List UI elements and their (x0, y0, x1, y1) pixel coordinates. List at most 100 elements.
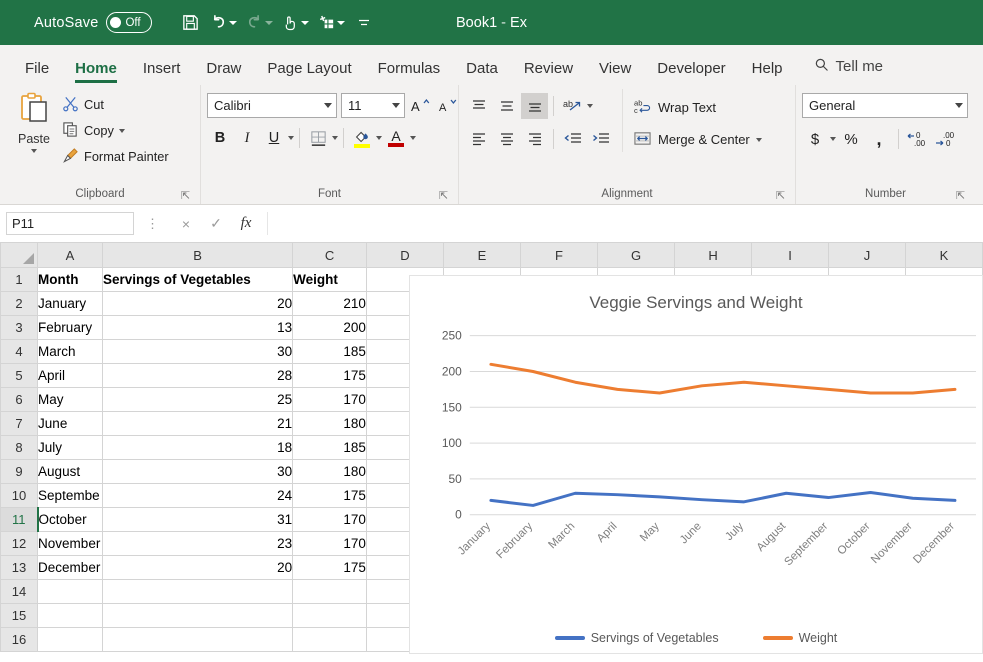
paste-dropdown-caret[interactable] (31, 149, 37, 153)
cell-c2[interactable]: 210 (292, 291, 367, 316)
number-dialog-launcher[interactable]: ⇱ (955, 191, 966, 202)
copy-button[interactable]: Copy (62, 119, 169, 142)
column-header-c[interactable]: C (292, 242, 367, 268)
redo-dropdown-caret[interactable] (265, 20, 274, 25)
cell-a14[interactable] (37, 579, 103, 604)
align-left-button[interactable] (465, 126, 492, 152)
cell-b14[interactable] (101, 579, 294, 604)
new-sheet-icon[interactable] (314, 8, 348, 38)
fill-color-caret[interactable] (376, 136, 382, 140)
enter-icon[interactable]: ✓ (201, 212, 231, 235)
cell-b10[interactable]: 24 (101, 483, 294, 508)
cell-b8[interactable]: 18 (101, 435, 294, 460)
cell-a4[interactable]: March (37, 339, 103, 364)
cell-c10[interactable]: 175 (292, 483, 367, 508)
insert-function-icon[interactable]: fx (231, 212, 261, 235)
name-box[interactable]: P11 (6, 212, 134, 235)
column-header-j[interactable]: J (827, 242, 906, 268)
increase-font-size-button[interactable]: A (409, 93, 433, 118)
cell-a5[interactable]: April (37, 363, 103, 388)
tab-draw[interactable]: Draw (193, 61, 254, 85)
copy-dropdown-caret[interactable] (118, 128, 125, 133)
tab-developer[interactable]: Developer (644, 61, 738, 85)
cell-c3[interactable]: 200 (292, 315, 367, 340)
format-painter-button[interactable]: Format Painter (62, 145, 169, 168)
row-header-14[interactable]: 14 (0, 579, 39, 604)
chart-object[interactable]: Veggie Servings and Weight 0 50 100 150 200 2… (409, 275, 983, 654)
formula-input[interactable] (267, 212, 977, 235)
font-dialog-launcher[interactable]: ⇱ (438, 191, 449, 202)
tab-view[interactable]: View (586, 61, 644, 85)
row-header-11[interactable]: 11 (0, 507, 39, 532)
column-header-b[interactable]: B (101, 242, 294, 268)
row-header-4[interactable]: 4 (0, 339, 39, 364)
tab-file[interactable]: File (12, 61, 62, 85)
currency-button[interactable]: $ (802, 126, 828, 152)
tab-help[interactable]: Help (739, 61, 796, 85)
cell-b13[interactable]: 20 (101, 555, 294, 580)
row-header-2[interactable]: 2 (0, 291, 39, 316)
cell-a16[interactable] (37, 627, 103, 652)
font-color-button[interactable]: A (383, 125, 409, 151)
tab-formulas[interactable]: Formulas (365, 61, 454, 85)
tell-me-search[interactable]: Tell me (796, 57, 894, 85)
cell-c4[interactable]: 185 (292, 339, 367, 364)
cell-c5[interactable]: 175 (292, 363, 367, 388)
row-header-15[interactable]: 15 (0, 603, 39, 628)
currency-dropdown-caret[interactable] (830, 137, 836, 141)
cell-b7[interactable]: 21 (101, 411, 294, 436)
align-bottom-button[interactable] (521, 93, 548, 119)
column-header-a[interactable]: A (37, 242, 103, 268)
cell-a6[interactable]: May (37, 387, 103, 412)
align-right-button[interactable] (521, 126, 548, 152)
merge-center-caret[interactable] (755, 137, 762, 142)
redo-icon[interactable] (242, 8, 276, 38)
font-name-caret[interactable] (324, 103, 332, 108)
paste-button[interactable]: Paste (6, 89, 62, 153)
tab-insert[interactable]: Insert (130, 61, 194, 85)
cell-c13[interactable]: 175 (292, 555, 367, 580)
underline-button[interactable]: U (261, 125, 287, 151)
cell-a9[interactable]: August (37, 459, 103, 484)
column-header-e[interactable]: E (442, 242, 522, 268)
cell-c12[interactable]: 170 (292, 531, 367, 556)
row-header-3[interactable]: 3 (0, 315, 39, 340)
row-header-12[interactable]: 12 (0, 531, 39, 556)
increase-decimal-button[interactable]: 0.00 (905, 126, 931, 152)
cell-c1[interactable]: Weight (292, 267, 367, 292)
underline-dropdown-caret[interactable] (288, 136, 294, 140)
cell-b16[interactable] (101, 627, 294, 652)
cell-c16[interactable] (292, 627, 367, 652)
orientation-dropdown-caret[interactable] (587, 104, 593, 108)
row-header-13[interactable]: 13 (0, 555, 39, 580)
cell-c6[interactable]: 170 (292, 387, 367, 412)
cell-a12[interactable]: November (37, 531, 103, 556)
cell-c11[interactable]: 170 (292, 507, 367, 532)
bold-button[interactable]: B (207, 125, 233, 151)
cell-b1[interactable]: Servings of Vegetables (101, 267, 294, 292)
font-color-caret[interactable] (410, 136, 416, 140)
font-size-caret[interactable] (392, 103, 400, 108)
wrap-text-button[interactable]: ab c Wrap Text (633, 95, 762, 120)
cut-button[interactable]: Cut (62, 93, 169, 116)
undo-dropdown-caret[interactable] (229, 20, 238, 25)
tab-review[interactable]: Review (511, 61, 586, 85)
number-format-combo[interactable]: General (802, 93, 968, 118)
number-format-caret[interactable] (955, 103, 963, 108)
cell-c8[interactable]: 185 (292, 435, 367, 460)
tab-data[interactable]: Data (453, 61, 511, 85)
comma-style-button[interactable]: , (866, 126, 892, 152)
alignment-dialog-launcher[interactable]: ⇱ (775, 191, 786, 202)
merge-center-button[interactable]: Merge & Center (633, 127, 762, 152)
save-icon[interactable] (176, 8, 204, 38)
autosave-control[interactable]: AutoSave Off (34, 12, 153, 33)
cell-c7[interactable]: 180 (292, 411, 367, 436)
align-top-button[interactable] (465, 93, 492, 119)
cell-a3[interactable]: February (37, 315, 103, 340)
tab-home[interactable]: Home (62, 61, 130, 85)
legend-item-servings[interactable]: Servings of Vegetables (554, 631, 719, 645)
cell-c9[interactable]: 180 (292, 459, 367, 484)
orientation-button[interactable]: ab (559, 93, 586, 119)
tab-page-layout[interactable]: Page Layout (254, 61, 364, 85)
row-header-16[interactable]: 16 (0, 627, 39, 652)
